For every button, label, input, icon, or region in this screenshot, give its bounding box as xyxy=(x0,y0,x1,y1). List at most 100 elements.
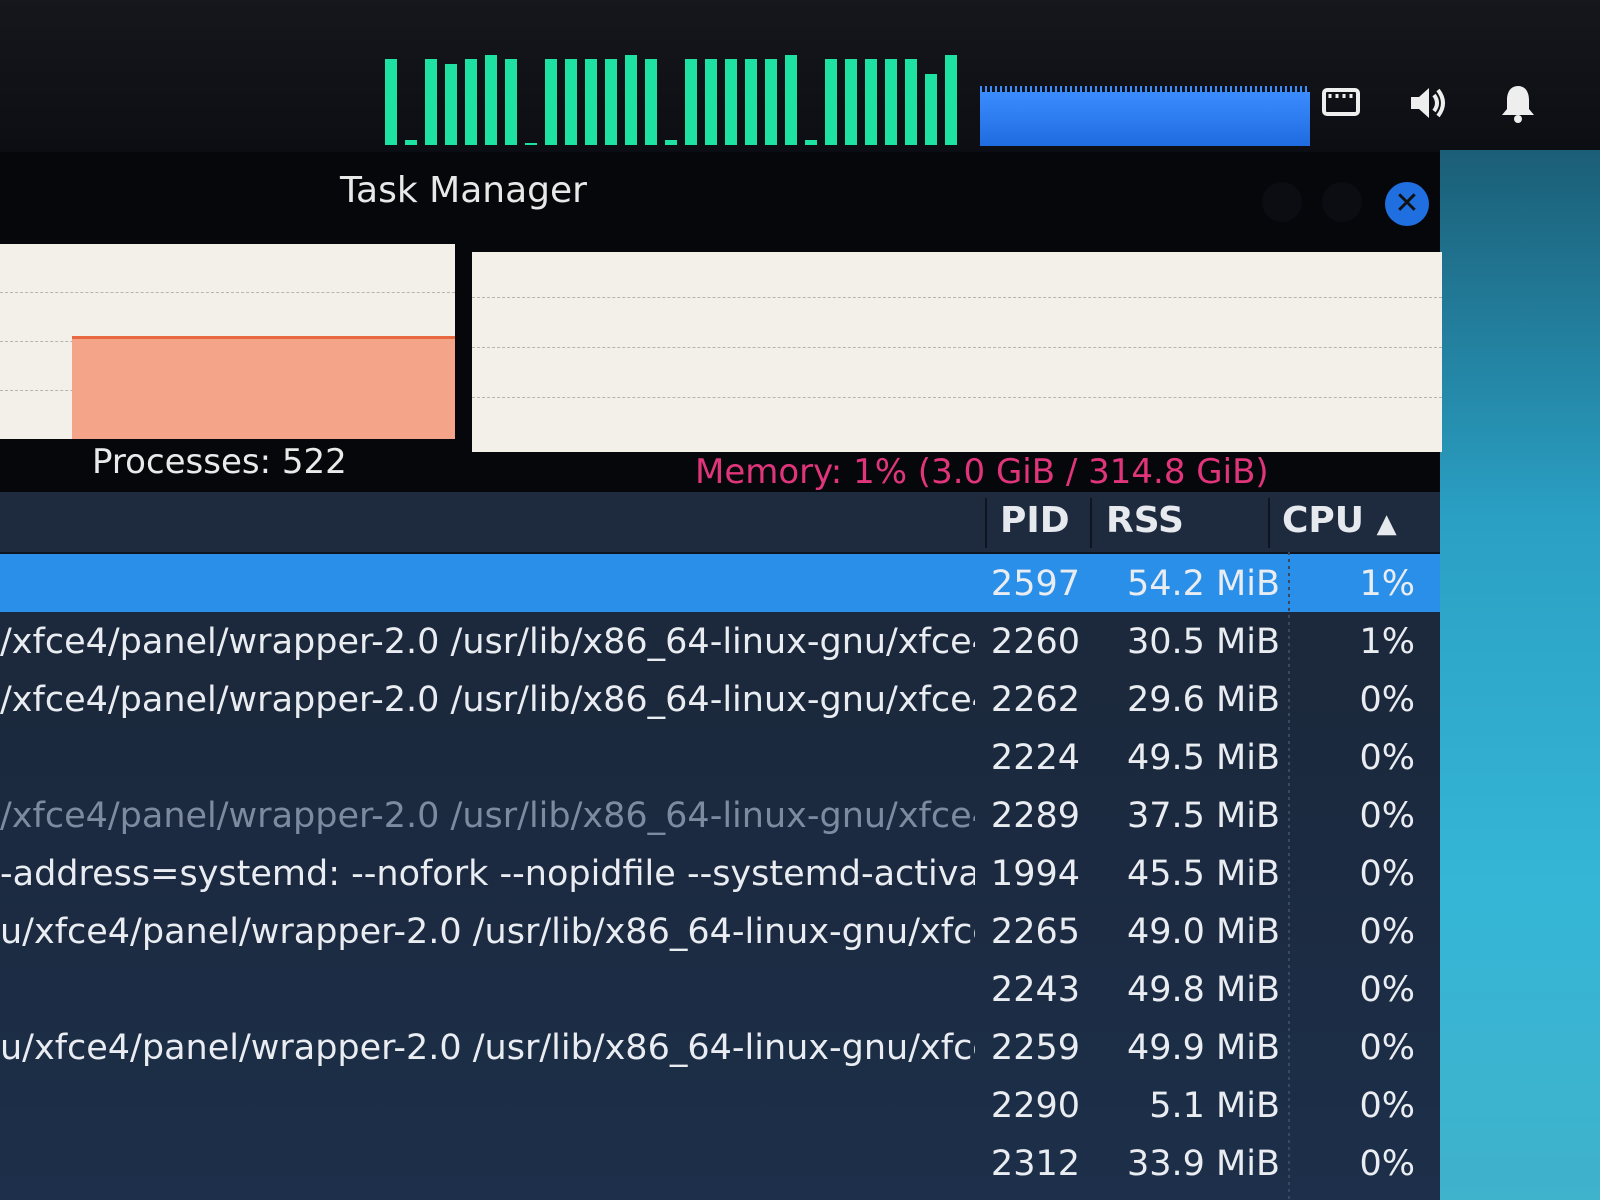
cell-cmd: -address=systemd: --nofork --nopidfile -… xyxy=(0,854,975,894)
memory-usage-graph xyxy=(472,252,1442,452)
cpu-core-bar xyxy=(825,59,837,145)
cpu-core-bar xyxy=(425,59,437,145)
cell-pid: 2289 xyxy=(990,796,1080,836)
cpu-core-bar xyxy=(485,55,497,145)
table-row[interactable]: u/xfce4/panel/wrapper-2.0 /usr/lib/x86_6… xyxy=(0,1018,1440,1076)
cpu-column-label: CPU xyxy=(1282,500,1365,541)
pid-column-header[interactable]: PID xyxy=(1000,500,1070,541)
cell-pid: 2259 xyxy=(990,1028,1080,1068)
table-row[interactable]: 2312 33.9 MiB 0% xyxy=(0,1134,1440,1192)
cell-cpu: 0% xyxy=(1359,854,1415,894)
volume-icon[interactable] xyxy=(1405,80,1451,126)
cell-pid: 1994 xyxy=(990,854,1080,894)
cell-pid: 2243 xyxy=(990,970,1080,1010)
cell-pid: 2224 xyxy=(990,738,1080,778)
cell-cmd: u/xfce4/panel/wrapper-2.0 /usr/lib/x86_6… xyxy=(0,1028,975,1068)
bell-icon[interactable] xyxy=(1495,80,1541,126)
processes-count: Processes: 522 xyxy=(92,442,347,482)
table-row[interactable]: 2224 49.5 MiB 0% xyxy=(0,728,1440,786)
table-row[interactable]: -address=systemd: --nofork --nopidfile -… xyxy=(0,844,1440,902)
table-row[interactable]: u/xfce4/panel/wrapper-2.0 /usr/lib/x86_6… xyxy=(0,902,1440,960)
network-monitor-graph[interactable] xyxy=(980,86,1310,146)
sort-ascending-icon: ▲ xyxy=(1376,509,1397,539)
cell-rss: 45.5 MiB xyxy=(1127,854,1280,894)
cpu-usage-fill xyxy=(72,336,455,439)
cell-rss: 30.5 MiB xyxy=(1127,622,1280,662)
cpu-core-bar xyxy=(725,59,737,145)
cell-rss: 37.5 MiB xyxy=(1127,796,1280,836)
cpu-core-bar xyxy=(685,59,697,145)
table-row[interactable]: 2243 49.8 MiB 0% xyxy=(0,960,1440,1018)
cell-cmd: /xfce4/panel/wrapper-2.0 /usr/lib/x86_64… xyxy=(0,680,975,720)
desktop-background xyxy=(1440,150,1600,1200)
titlebar[interactable]: Task Manager ✕ xyxy=(0,152,1440,242)
cpu-core-bar xyxy=(605,59,617,145)
cell-cpu: 1% xyxy=(1359,622,1415,662)
cpu-core-bar xyxy=(765,59,777,145)
cpu-core-bar xyxy=(525,143,537,145)
cell-cpu: 0% xyxy=(1359,738,1415,778)
cell-pid: 2260 xyxy=(990,622,1080,662)
cell-cpu: 0% xyxy=(1359,796,1415,836)
cell-pid: 2597 xyxy=(990,564,1080,604)
task-manager-window: Task Manager ✕ Processes: 522 Memory: 1%… xyxy=(0,152,1442,1200)
cell-cpu: 0% xyxy=(1359,1086,1415,1126)
cell-rss: 33.9 MiB xyxy=(1127,1144,1280,1184)
cell-pid: 2312 xyxy=(990,1144,1080,1184)
window-title: Task Manager xyxy=(340,170,587,211)
cpu-core-bar xyxy=(785,55,797,145)
table-row[interactable]: /xfce4/panel/wrapper-2.0 /usr/lib/x86_64… xyxy=(0,612,1440,670)
cell-pid: 2265 xyxy=(990,912,1080,952)
cpu-column-header[interactable]: CPU ▲ xyxy=(1282,500,1397,541)
cpu-core-bar xyxy=(385,59,397,145)
table-row-selected[interactable]: 2597 54.2 MiB 1% xyxy=(0,554,1440,612)
table-row[interactable]: /xfce4/panel/wrapper-2.0 /usr/lib/x86_64… xyxy=(0,786,1440,844)
cpu-core-bar xyxy=(465,59,477,145)
cpu-monitor-graph[interactable] xyxy=(385,45,975,145)
cpu-core-bar xyxy=(705,59,717,145)
cpu-core-bar xyxy=(445,64,457,145)
cell-cpu: 0% xyxy=(1359,680,1415,720)
cell-rss: 49.8 MiB xyxy=(1127,970,1280,1010)
maximize-button[interactable] xyxy=(1322,182,1362,222)
cell-rss: 5.1 MiB xyxy=(1149,1086,1280,1126)
cell-cmd: /xfce4/panel/wrapper-2.0 /usr/lib/x86_64… xyxy=(0,796,975,836)
cpu-core-bar xyxy=(885,59,897,145)
cpu-usage-graph xyxy=(0,244,455,439)
cpu-core-bar xyxy=(845,59,857,145)
cpu-core-bar xyxy=(805,140,817,145)
cell-rss: 29.6 MiB xyxy=(1127,680,1280,720)
table-row[interactable]: 2290 5.1 MiB 0% xyxy=(0,1076,1440,1134)
cell-rss: 49.5 MiB xyxy=(1127,738,1280,778)
memory-usage-label: Memory: 1% (3.0 GiB / 314.8 GiB) xyxy=(695,452,1269,492)
cpu-core-bar xyxy=(925,74,937,145)
cell-cpu: 0% xyxy=(1359,1028,1415,1068)
cell-cpu: 0% xyxy=(1359,970,1415,1010)
cpu-core-bar xyxy=(505,59,517,145)
cell-pid: 2290 xyxy=(990,1086,1080,1126)
cell-rss: 54.2 MiB xyxy=(1127,564,1280,604)
cpu-core-bar xyxy=(945,55,957,145)
minimize-button[interactable] xyxy=(1262,182,1302,222)
cell-cpu: 0% xyxy=(1359,912,1415,952)
cpu-core-bar xyxy=(665,140,677,145)
cpu-core-bar xyxy=(545,59,557,145)
cell-rss: 49.0 MiB xyxy=(1127,912,1280,952)
cell-cmd: u/xfce4/panel/wrapper-2.0 /usr/lib/x86_6… xyxy=(0,912,975,952)
process-table: PID RSS CPU ▲ 2597 54.2 MiB 1% /xfce4/panel… xyxy=(0,492,1440,1200)
table-header: PID RSS CPU ▲ xyxy=(0,492,1440,554)
cell-cpu: 1% xyxy=(1359,564,1415,604)
cpu-core-bar xyxy=(745,59,757,145)
cpu-core-bar xyxy=(405,140,417,145)
top-panel xyxy=(0,0,1600,150)
cell-rss: 49.9 MiB xyxy=(1127,1028,1280,1068)
display-icon[interactable] xyxy=(1318,80,1364,126)
cpu-core-bar xyxy=(625,55,637,145)
cpu-core-bar xyxy=(905,59,917,145)
cpu-core-bar xyxy=(585,59,597,145)
cell-pid: 2262 xyxy=(990,680,1080,720)
rss-column-header[interactable]: RSS xyxy=(1106,500,1184,541)
close-button[interactable]: ✕ xyxy=(1385,182,1429,226)
table-row[interactable]: /xfce4/panel/wrapper-2.0 /usr/lib/x86_64… xyxy=(0,670,1440,728)
cell-cpu: 0% xyxy=(1359,1144,1415,1184)
